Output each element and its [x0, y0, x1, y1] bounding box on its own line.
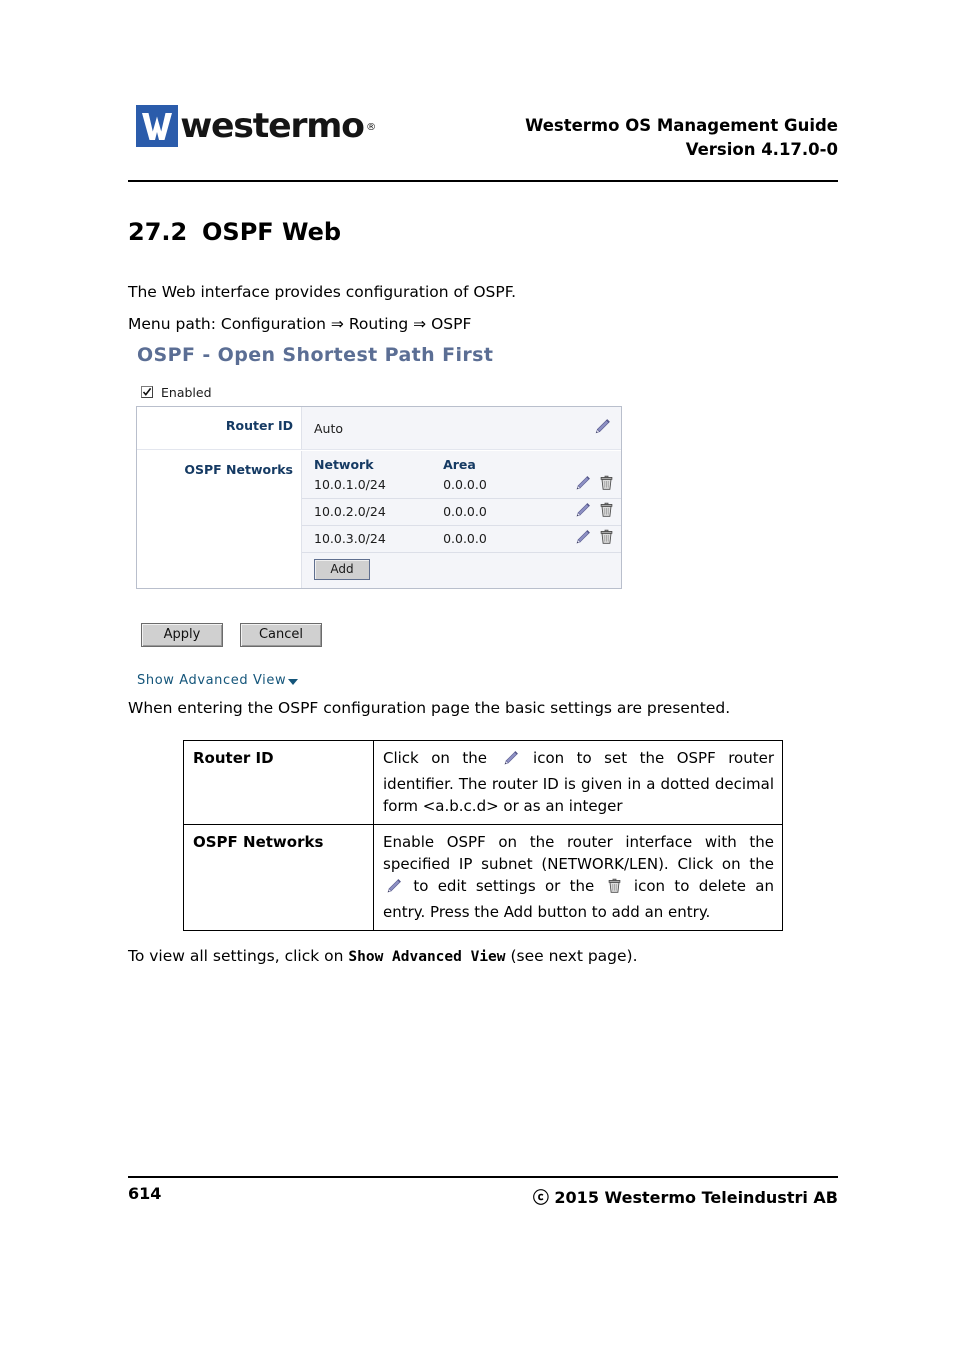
router-id-label: Router ID	[137, 407, 301, 449]
ospf-networks-value-cell: Network Area 10.0.1.0/24 0.0.0.0 10.0.2.…	[301, 451, 621, 588]
cell-actions	[553, 525, 621, 553]
cell-area: 0.0.0.0	[431, 498, 554, 526]
desc-text-part2: to edit settings or the	[404, 877, 604, 895]
section-number: 27.2	[128, 218, 188, 246]
registered-trademark-icon: ®	[366, 122, 376, 133]
cell-network: 10.0.3.0/24	[302, 525, 432, 553]
to-view-prefix: To view all settings, click on	[128, 947, 349, 965]
enabled-label: Enabled	[161, 384, 212, 400]
footer-divider	[128, 1176, 838, 1178]
apply-button[interactable]: Apply	[141, 623, 223, 647]
pencil-icon	[385, 879, 402, 899]
add-button-cell: Add	[302, 552, 621, 588]
desc-text-part1: Click on the	[383, 749, 500, 767]
westermo-wordmark: westermo ®	[180, 105, 376, 147]
table-row: Router ID Click on the icon to set the O…	[183, 740, 783, 825]
cell-area: 0.0.0.0	[443, 477, 487, 492]
table-row: 10.0.1.0/24 0.0.0.0	[302, 472, 621, 499]
desc-value-router-id: Click on the icon to set the OSPF router…	[373, 740, 783, 825]
ospf-networks-label: OSPF Networks	[137, 451, 301, 588]
page-title: 27.2 OSPF Web	[128, 218, 341, 246]
ospf-networks-row: OSPF Networks Network Area 10.0.1.0/24 0…	[137, 451, 621, 588]
show-advanced-view-label: Show Advanced View	[137, 673, 287, 688]
table-row: 10.0.2.0/24 0.0.0.0	[302, 498, 621, 526]
column-header-network: Network	[314, 457, 374, 472]
desc-value-ospf-networks: Enable OSPF on the router interface with…	[373, 824, 783, 931]
add-button[interactable]: Add	[314, 559, 370, 580]
trash-icon[interactable]	[598, 502, 615, 522]
ospf-networks-table: Network Area 10.0.1.0/24 0.0.0.0 10.0.2.…	[302, 451, 621, 588]
intro-paragraph: The Web interface provides configuration…	[128, 283, 517, 301]
document-header: westermo ® Westermo OS Management Guide V…	[128, 100, 838, 170]
pencil-icon[interactable]	[574, 475, 595, 495]
header-title-line1: Westermo OS Management Guide	[525, 116, 838, 135]
pencil-icon[interactable]	[574, 502, 595, 522]
ospf-web-ui-figure: OSPF - Open Shortest Path First Enabled …	[136, 344, 636, 688]
to-view-suffix: (see next page).	[505, 947, 638, 965]
to-view-paragraph: To view all settings, click on Show Adva…	[128, 945, 638, 968]
enabled-checkbox-row[interactable]: Enabled	[141, 384, 636, 400]
table-row: OSPF Networks Enable OSPF on the router …	[183, 824, 783, 931]
to-view-mono-label: Show Advanced View	[348, 949, 506, 965]
when-entering-paragraph: When entering the OSPF configuration pag…	[128, 699, 731, 717]
desc-key-router-id: Router ID	[183, 740, 374, 825]
header-title-line2: Version 4.17.0-0	[685, 140, 838, 159]
cell-network: 10.0.1.0/24	[314, 477, 386, 492]
router-id-value: Auto	[314, 421, 344, 436]
cell-network: 10.0.2.0/24	[302, 498, 432, 526]
menu-path-paragraph: Menu path: Configuration ⇒ Routing ⇒ OSP…	[128, 315, 472, 333]
westermo-logo-mark-icon	[136, 105, 178, 147]
router-id-value-cell: Auto	[301, 407, 621, 449]
column-header-area: Area	[443, 457, 476, 472]
settings-description-table: Router ID Click on the icon to set the O…	[183, 740, 783, 931]
table-header-row: Network Area	[302, 451, 621, 472]
ospf-form-panel: Router ID Auto OSPF Networks Network Are…	[136, 406, 622, 589]
header-title: Westermo OS Management Guide Version 4.1…	[525, 114, 838, 162]
enabled-checkbox[interactable]	[141, 386, 153, 398]
trash-icon[interactable]	[598, 529, 615, 549]
table-row: 10.0.3.0/24 0.0.0.0	[302, 525, 621, 553]
trash-icon[interactable]	[598, 475, 615, 495]
copyright-notice: ⓒ 2015 Westermo Teleindustri AB	[532, 1188, 838, 1207]
cell-actions	[553, 498, 621, 526]
desc-text-part1: Enable OSPF on the router interface with…	[383, 833, 774, 873]
pencil-icon[interactable]	[593, 418, 611, 440]
section-title: OSPF Web	[202, 218, 342, 246]
pencil-icon[interactable]	[574, 529, 595, 549]
desc-key-ospf-networks: OSPF Networks	[183, 824, 374, 931]
cell-actions	[554, 472, 621, 499]
ospf-panel-title: OSPF - Open Shortest Path First	[137, 344, 494, 366]
pencil-icon	[502, 751, 519, 771]
trash-icon	[606, 878, 623, 899]
page-number: 614	[128, 1184, 162, 1203]
header-divider	[128, 180, 838, 182]
cell-area: 0.0.0.0	[431, 525, 554, 553]
caret-down-icon	[288, 679, 299, 685]
cancel-button[interactable]: Cancel	[240, 623, 322, 647]
column-header-actions	[554, 451, 621, 472]
router-id-row: Router ID Auto	[137, 407, 621, 449]
add-button-row: Add	[302, 552, 621, 588]
show-advanced-view-link[interactable]: Show Advanced View	[137, 673, 299, 688]
document-page: westermo ® Westermo OS Management Guide V…	[0, 0, 954, 1350]
westermo-logo: westermo ®	[136, 105, 376, 147]
form-action-buttons: Apply Cancel	[141, 623, 636, 647]
